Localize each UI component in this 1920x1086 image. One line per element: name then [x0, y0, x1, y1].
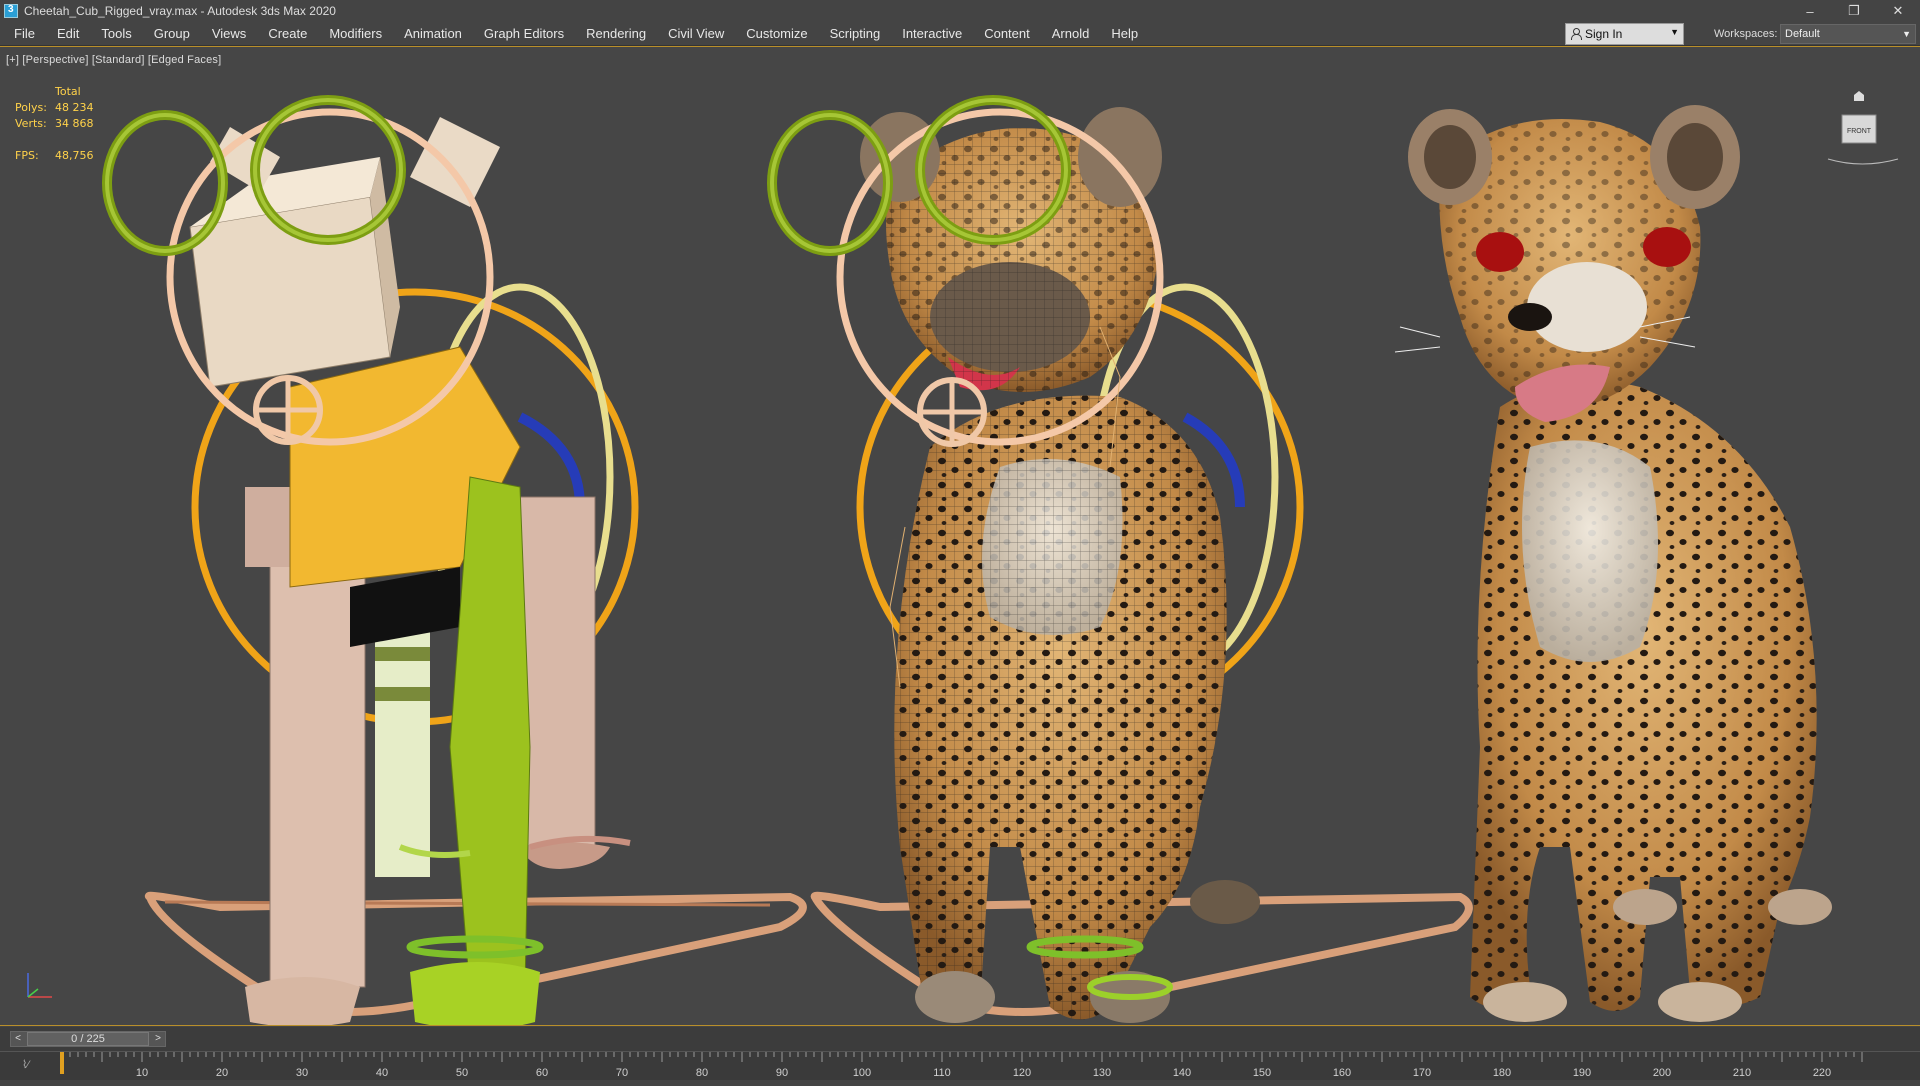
menu-rendering[interactable]: Rendering — [575, 22, 657, 46]
timeline-tick-label: 40 — [376, 1067, 388, 1079]
menu-animation[interactable]: Animation — [393, 22, 473, 46]
menu-tools[interactable]: Tools — [90, 22, 142, 46]
viewport-statistics: Total Polys: 48 234 Verts: 34 868 FPS: 48,7… — [15, 85, 115, 165]
menu-customize[interactable]: Customize — [735, 22, 818, 46]
menu-content[interactable]: Content — [973, 22, 1041, 46]
viewcube-face-label: FRONT — [1847, 128, 1872, 135]
menu-civil-view[interactable]: Civil View — [657, 22, 735, 46]
timeline-tick-label: 110 — [933, 1067, 951, 1079]
maximize-button[interactable]: ❐ — [1832, 0, 1876, 22]
menu-interactive[interactable]: Interactive — [891, 22, 973, 46]
sign-in-label: Sign In — [1585, 27, 1623, 41]
timeline-tick-label: 30 — [296, 1067, 308, 1079]
timeline-tick-label: 200 — [1653, 1067, 1671, 1079]
timeline-tick-label: 90 — [776, 1067, 788, 1079]
current-frame[interactable]: 0 / 225 — [27, 1032, 149, 1046]
rendered-cheetah-model[interactable] — [1394, 105, 1832, 1022]
timeline-tick-label: 60 — [536, 1067, 548, 1079]
timeline-tick-label: 80 — [696, 1067, 708, 1079]
timeline-tick-label: 180 — [1493, 1067, 1511, 1079]
title-bar: Cheetah_Cub_Rigged_vray.max - Autodesk 3… — [0, 0, 1920, 22]
viewport-scene — [102, 95, 1832, 1026]
stats-header: Total — [55, 85, 81, 98]
timeline-tick-label: 130 — [1093, 1067, 1111, 1079]
polys-label: Polys: — [15, 101, 47, 114]
verts-label: Verts: — [15, 117, 47, 130]
app-icon[interactable] — [4, 4, 18, 18]
timeline-tick-label: 190 — [1573, 1067, 1591, 1079]
workspace-select[interactable]: Default ▼ — [1780, 24, 1916, 44]
menu-group[interactable]: Group — [143, 22, 201, 46]
menu-edit[interactable]: Edit — [46, 22, 90, 46]
timeline-tick-label: 100 — [853, 1067, 871, 1079]
menu-scripting[interactable]: Scripting — [819, 22, 892, 46]
chevron-down-icon: ▼ — [1902, 29, 1911, 39]
timeline-tick-label: 50 — [456, 1067, 468, 1079]
chevron-down-icon: ▼ — [1670, 27, 1679, 37]
viewcube[interactable]: FRONT — [1822, 87, 1902, 167]
window-title: Cheetah_Cub_Rigged_vray.max - Autodesk 3… — [24, 4, 336, 18]
menu-modifiers[interactable]: Modifiers — [318, 22, 393, 46]
fps-label: FPS: — [15, 149, 39, 162]
menu-help[interactable]: Help — [1100, 22, 1149, 46]
polys-value: 48 234 — [55, 101, 94, 114]
wireframe-cheetah-model[interactable] — [767, 95, 1473, 1023]
curve-editor-icon[interactable]: ⌇⁄ — [22, 1058, 29, 1071]
timeline-tick-label: 140 — [1173, 1067, 1191, 1079]
timeline-tick-label: 20 — [216, 1067, 228, 1079]
close-button[interactable]: ✕ — [1876, 0, 1920, 22]
time-slider[interactable]: < 0 / 225 > — [10, 1031, 166, 1047]
minimize-button[interactable]: – — [1788, 0, 1832, 22]
timeline-track[interactable]: ⌇⁄ 10 20 30 40 50 60 70 80 90 100 110 120 130 140 150 1… — [0, 1051, 1920, 1080]
timeline-tick-label: 170 — [1413, 1067, 1431, 1079]
menu-graph-editors[interactable]: Graph Editors — [473, 22, 575, 46]
timeline-ticks: 10 20 30 40 50 60 70 80 90 100 110 120 130 140 150 160 1… — [60, 1052, 1863, 1079]
workspace-value: Default — [1785, 28, 1820, 40]
current-frame-marker[interactable] — [60, 1052, 64, 1074]
fps-value: 48,756 — [55, 149, 94, 162]
workspaces-label: Workspaces: — [1714, 28, 1778, 40]
menu-bar: File Edit Tools Group Views Create Modif… — [0, 22, 1920, 46]
menu-create[interactable]: Create — [257, 22, 318, 46]
sign-in-button[interactable]: Sign In ▼ — [1565, 23, 1684, 45]
timeline-tick-label: 10 — [136, 1067, 148, 1079]
axis-tripod-icon — [27, 973, 52, 998]
timeline-tick-label: 120 — [1013, 1067, 1031, 1079]
perspective-viewport[interactable]: [+] [Perspective] [Standard] [Edged Face… — [0, 46, 1920, 1026]
timeline-tick-label: 220 — [1813, 1067, 1831, 1079]
timeline: < 0 / 225 > ⌇⁄ 10 20 30 40 50 60 70 80 90 100 110 1… — [0, 1027, 1920, 1080]
timeline-tick-label: 160 — [1333, 1067, 1351, 1079]
timeline-tick-label: 150 — [1253, 1067, 1271, 1079]
viewport-label[interactable]: [+] [Perspective] [Standard] [Edged Face… — [6, 54, 221, 66]
previous-frame-button[interactable]: < — [11, 1032, 25, 1046]
rig-proxy-model[interactable] — [102, 95, 807, 1026]
verts-value: 34 868 — [55, 117, 94, 130]
next-frame-button[interactable]: > — [151, 1032, 165, 1046]
window-controls: – ❐ ✕ — [1788, 0, 1920, 22]
timeline-tick-label: 210 — [1733, 1067, 1751, 1079]
user-icon — [1570, 28, 1582, 40]
timeline-tick-label: 70 — [616, 1067, 628, 1079]
menu-arnold[interactable]: Arnold — [1041, 22, 1101, 46]
menu-file[interactable]: File — [0, 22, 46, 46]
menu-views[interactable]: Views — [201, 22, 257, 46]
